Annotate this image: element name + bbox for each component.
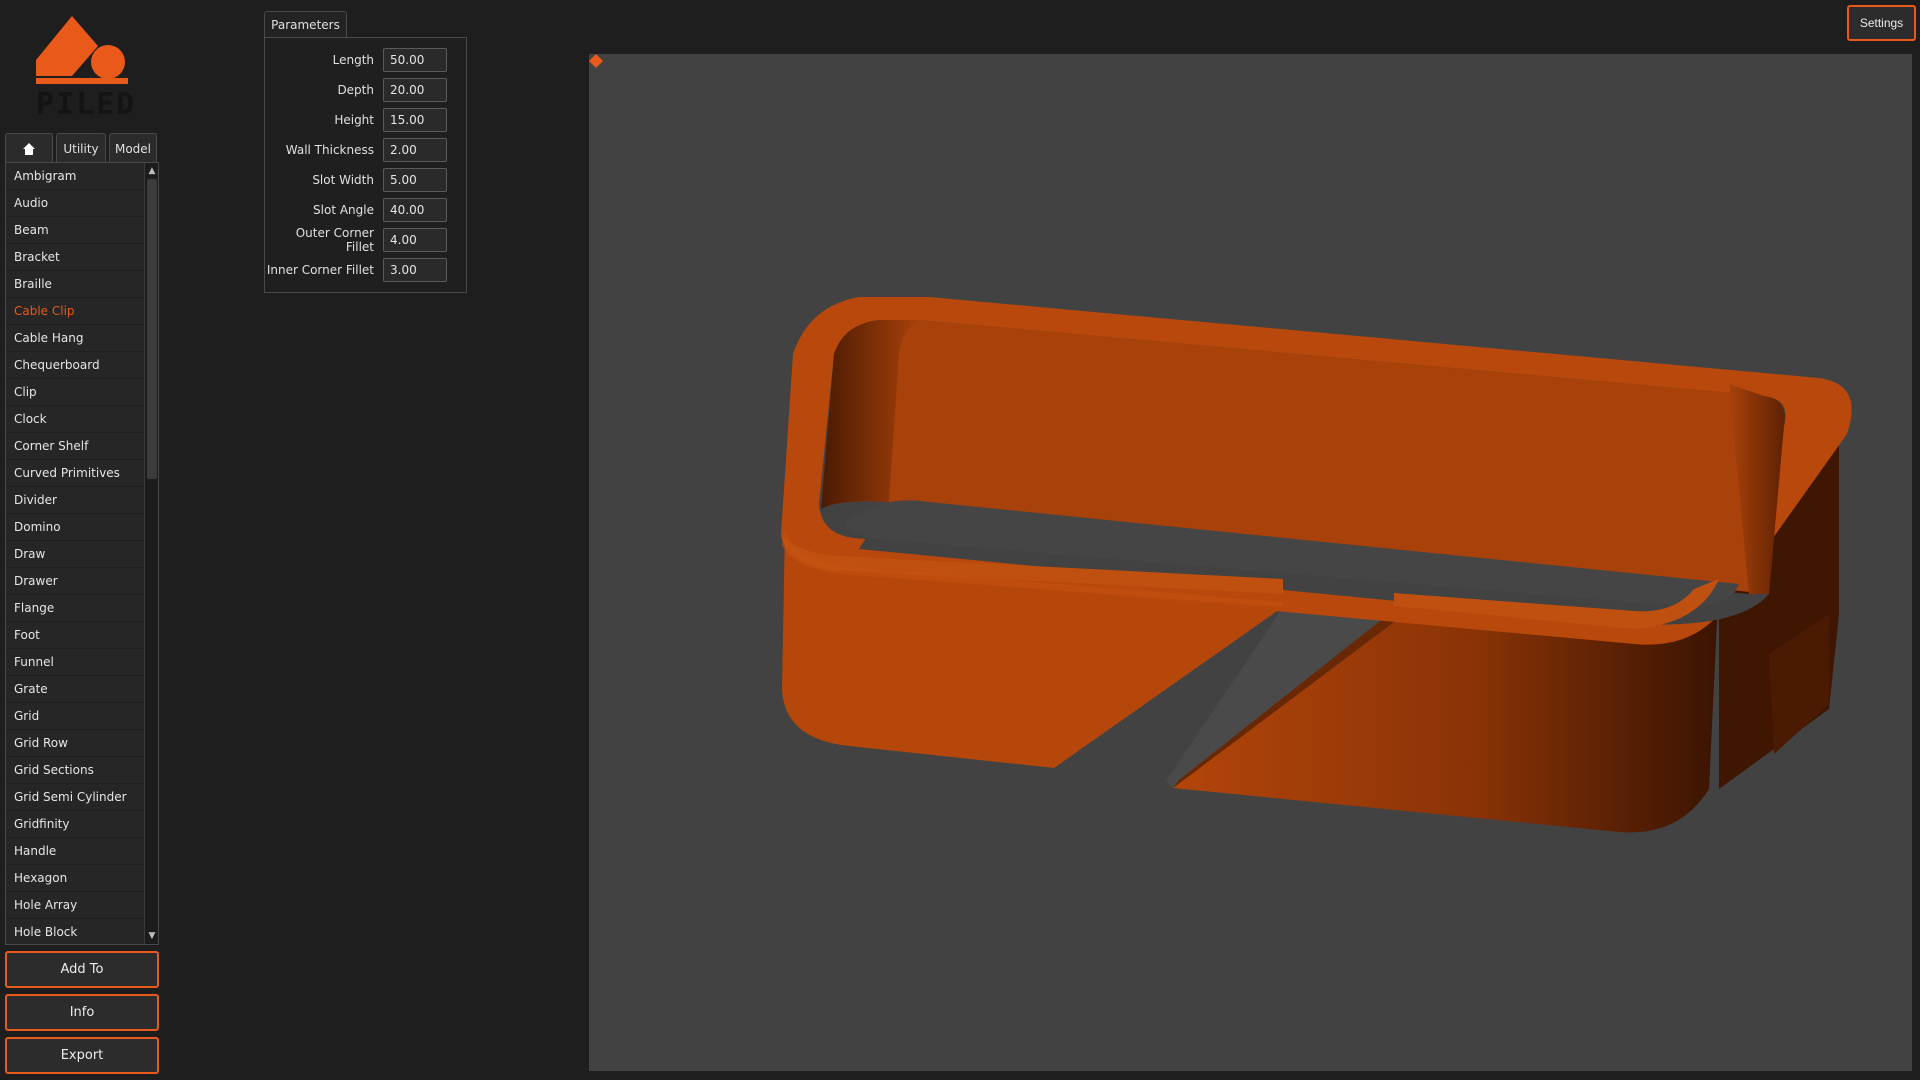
parameter-input[interactable]	[383, 228, 447, 252]
parameter-label: Height	[334, 113, 374, 127]
list-item[interactable]: Grate	[6, 676, 145, 703]
list-item[interactable]: Cable Hang	[6, 325, 145, 352]
add-to-button[interactable]: Add To	[5, 951, 159, 988]
list-item[interactable]: Grid Semi Cylinder	[6, 784, 145, 811]
parameter-row: Length	[265, 48, 465, 72]
model-list-items: Ambigram Audio Beam Bracket Braille Cable Cli…	[6, 163, 145, 944]
tab-model[interactable]: Model	[109, 133, 157, 163]
list-item[interactable]: Audio	[6, 190, 145, 217]
list-item[interactable]: Flange	[6, 595, 145, 622]
parameter-row: Slot Angle	[265, 198, 465, 222]
parameter-input[interactable]	[383, 258, 447, 282]
parameter-input[interactable]	[383, 138, 447, 162]
parameter-label: Inner Corner Fillet	[266, 263, 374, 277]
list-item[interactable]: Grid	[6, 703, 145, 730]
parameter-label: Wall Thickness	[285, 143, 374, 157]
parameter-input[interactable]	[383, 78, 447, 102]
tab-parameters[interactable]: Parameters	[264, 11, 347, 38]
list-item[interactable]: Drawer	[6, 568, 145, 595]
parameter-row: Depth	[265, 78, 465, 102]
parameter-input[interactable]	[383, 48, 447, 72]
scroll-thumb[interactable]	[147, 179, 157, 479]
list-item[interactable]: Draw	[6, 541, 145, 568]
parameter-row: Inner Corner Fillet	[265, 258, 465, 282]
parameters-panel: Length Depth Height Wall Thickness Slot Widt…	[264, 37, 467, 293]
export-button[interactable]: Export	[5, 1037, 159, 1074]
logo-text: PILED	[36, 87, 137, 122]
list-item[interactable]: Grid Sections	[6, 757, 145, 784]
parameter-row: Wall Thickness	[265, 138, 465, 162]
parameter-row: Slot Width	[265, 168, 465, 192]
parameter-label: Slot Width	[312, 173, 374, 187]
list-item[interactable]: Chequerboard	[6, 352, 145, 379]
parameter-label: Slot Angle	[313, 203, 374, 217]
list-item[interactable]: Gridfinity	[6, 811, 145, 838]
list-item[interactable]: Corner Shelf	[6, 433, 145, 460]
scroll-down-icon[interactable]: ▼	[146, 930, 158, 942]
list-item[interactable]: Grid Row	[6, 730, 145, 757]
tab-home[interactable]	[5, 133, 53, 163]
home-icon	[23, 142, 35, 155]
list-item[interactable]: Bracket	[6, 244, 145, 271]
pivot-diamond-icon	[589, 54, 603, 68]
app-window: PILED Utility Model Ambigram Audio Beam Bra…	[0, 0, 1920, 1080]
piled-logo: PILED	[30, 16, 135, 120]
info-button[interactable]: Info	[5, 994, 159, 1031]
parameter-input[interactable]	[383, 108, 447, 132]
parameter-label: Length	[332, 53, 374, 67]
list-item[interactable]: Clip	[6, 379, 145, 406]
list-item[interactable]: Braille	[6, 271, 145, 298]
settings-button[interactable]: Settings	[1847, 5, 1916, 41]
parameter-row: Height	[265, 108, 465, 132]
parameter-label: Depth	[337, 83, 374, 97]
scroll-up-icon[interactable]: ▲	[146, 165, 158, 177]
list-item[interactable]: Divider	[6, 487, 145, 514]
tab-utility[interactable]: Utility	[56, 133, 106, 163]
list-item[interactable]: Domino	[6, 514, 145, 541]
model-list-scrollbar[interactable]: ▲ ▼	[144, 163, 158, 944]
list-item[interactable]: Ambigram	[6, 163, 145, 190]
category-tabs: Utility Model	[5, 133, 157, 163]
list-item[interactable]: Hole Block	[6, 919, 145, 944]
list-item[interactable]: Funnel	[6, 649, 145, 676]
parameter-input[interactable]	[383, 168, 447, 192]
list-item[interactable]: Hole Array	[6, 892, 145, 919]
list-item[interactable]: Beam	[6, 217, 145, 244]
list-item[interactable]: Cable Clip	[6, 298, 145, 325]
model-list[interactable]: Ambigram Audio Beam Bracket Braille Cable Cli…	[5, 162, 159, 945]
list-item[interactable]: Hexagon	[6, 865, 145, 892]
parameter-row: Outer Corner Fillet	[265, 226, 465, 254]
parameter-label: Outer Corner Fillet	[295, 226, 374, 254]
parameter-input[interactable]	[383, 198, 447, 222]
list-item[interactable]: Curved Primitives	[6, 460, 145, 487]
list-item[interactable]: Foot	[6, 622, 145, 649]
3d-viewport[interactable]	[589, 54, 1912, 1071]
list-item[interactable]: Clock	[6, 406, 145, 433]
list-item[interactable]: Handle	[6, 838, 145, 865]
cable-clip-model	[781, 297, 1852, 833]
